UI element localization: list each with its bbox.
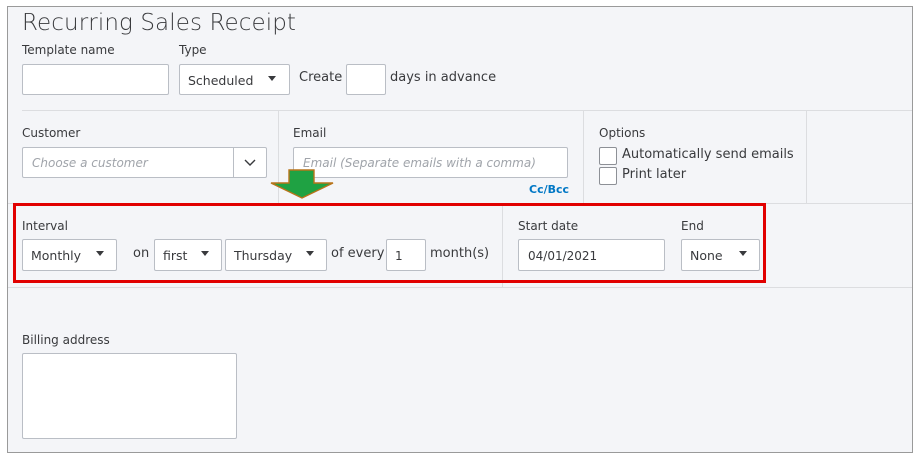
divider [22, 110, 912, 111]
days-in-advance-label: days in advance [390, 70, 497, 85]
auto-send-checkbox[interactable] [599, 147, 617, 165]
chevron-down-icon [268, 76, 276, 81]
print-later-checkbox[interactable] [599, 167, 617, 185]
template-name-input[interactable] [22, 64, 169, 95]
customer-select[interactable]: Choose a customer [22, 147, 267, 178]
page-title: Recurring Sales Receipt [22, 10, 297, 36]
print-later-label: Print later [622, 167, 687, 182]
email-label: Email [293, 126, 327, 140]
email-placeholder: Email (Separate emails with a comma) [303, 156, 536, 170]
customer-placeholder: Choose a customer [32, 156, 148, 170]
recurring-sales-receipt-form: Recurring Sales Receipt Template name Ty… [7, 6, 913, 453]
type-select[interactable]: Scheduled [179, 64, 290, 95]
down-arrow-icon [270, 169, 334, 199]
divider [233, 148, 234, 177]
customer-label: Customer [22, 126, 81, 140]
billing-address-textarea[interactable] [22, 353, 237, 439]
divider [806, 111, 807, 203]
divider [583, 111, 584, 203]
type-select-value: Scheduled [188, 73, 254, 88]
chevron-down-icon[interactable] [244, 158, 256, 168]
days-in-advance-input[interactable] [346, 64, 386, 95]
options-label: Options [599, 126, 646, 140]
template-name-label: Template name [22, 43, 115, 57]
divider [8, 287, 912, 288]
auto-send-label: Automatically send emails [622, 147, 794, 162]
billing-address-label: Billing address [22, 333, 110, 347]
highlight-box [13, 203, 766, 283]
type-label: Type [179, 43, 207, 57]
create-label: Create [299, 70, 343, 85]
cc-bcc-link[interactable]: Cc/Bcc [529, 183, 569, 196]
